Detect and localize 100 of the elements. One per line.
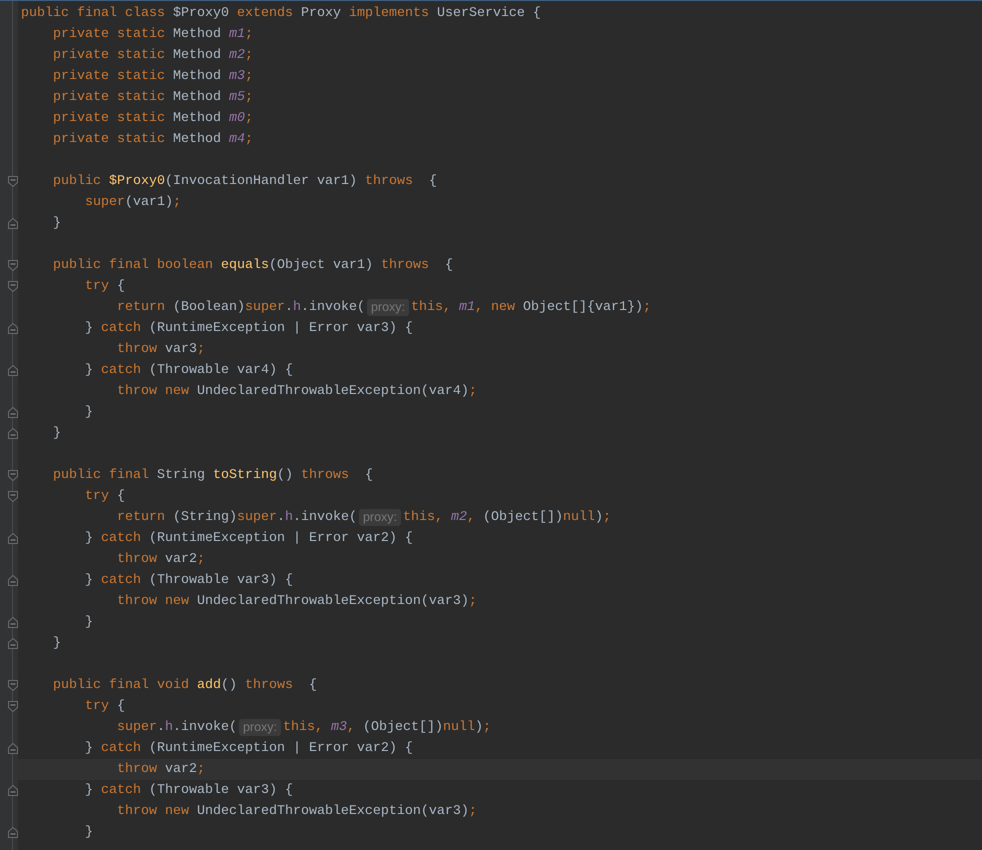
code-text: var2 bbox=[164, 551, 197, 569]
code-text: Method bbox=[172, 47, 222, 65]
keyword: ; bbox=[196, 761, 205, 779]
keyword: null bbox=[563, 509, 595, 527]
field-reference: h bbox=[292, 299, 301, 317]
code-text: String bbox=[156, 467, 206, 485]
code-text: var3 bbox=[164, 341, 197, 359]
code-text: . bbox=[284, 299, 293, 317]
keyword: throw bbox=[116, 341, 158, 359]
code-text: { bbox=[428, 173, 437, 191]
keyword: extends bbox=[236, 5, 294, 23]
keyword: return bbox=[116, 509, 166, 527]
keyword: this, bbox=[411, 299, 452, 317]
keyword: catch bbox=[100, 572, 142, 590]
keyword: public final void bbox=[52, 677, 190, 695]
keyword: ; bbox=[244, 68, 253, 86]
keyword: try bbox=[84, 698, 110, 716]
field-name: m4 bbox=[228, 131, 245, 149]
keyword: ; bbox=[468, 593, 477, 611]
code-text: Object[]{var1}) bbox=[523, 299, 643, 317]
code-text: (String) bbox=[172, 509, 237, 527]
keyword: throw new bbox=[116, 593, 190, 611]
keyword: throw new bbox=[116, 803, 190, 821]
keyword: super bbox=[116, 719, 157, 737]
keyword: super bbox=[84, 194, 125, 212]
keyword: public final class bbox=[21, 5, 166, 23]
code-text: } bbox=[52, 215, 61, 233]
field-reference: h bbox=[284, 509, 293, 527]
code-text: { bbox=[444, 257, 453, 275]
code-text: UndeclaredThrowableException(var4) bbox=[196, 383, 469, 401]
keyword: ; bbox=[468, 383, 477, 401]
code-text: (Object[]) bbox=[363, 719, 444, 737]
keyword: public bbox=[52, 173, 102, 191]
code-text: () bbox=[220, 677, 238, 695]
method-name: add bbox=[196, 677, 221, 695]
keyword: private static bbox=[52, 68, 166, 86]
code-text: } bbox=[84, 530, 94, 548]
code-text: (Throwable var3) { bbox=[148, 782, 293, 800]
code-text: } bbox=[84, 572, 94, 590]
code-text: . bbox=[156, 719, 165, 737]
field-name: m3 bbox=[331, 719, 348, 737]
code-text: ) bbox=[475, 719, 484, 737]
code-text: { bbox=[116, 698, 125, 716]
keyword: private static bbox=[52, 110, 166, 128]
code-text: () bbox=[276, 467, 294, 485]
keyword: public final boolean bbox=[52, 257, 214, 275]
code-text: Method bbox=[172, 68, 222, 86]
keyword: ; bbox=[196, 551, 205, 569]
code-text: { bbox=[364, 467, 373, 485]
keyword: , bbox=[347, 719, 356, 737]
code-text: { bbox=[116, 278, 125, 296]
parameter-hint: proxy: bbox=[366, 299, 409, 316]
code-text: UserService { bbox=[436, 5, 541, 23]
code-text: (Object var1) bbox=[268, 257, 374, 275]
code-text: (Throwable var4) { bbox=[148, 362, 293, 380]
keyword: catch bbox=[100, 530, 142, 548]
keyword: throws bbox=[300, 467, 349, 485]
code-text: .invoke( bbox=[292, 509, 357, 527]
keyword: catch bbox=[100, 362, 142, 380]
keyword: ; bbox=[244, 131, 253, 149]
code-text: .invoke( bbox=[300, 299, 365, 317]
keyword: ; bbox=[642, 299, 651, 317]
code-text: Method bbox=[172, 110, 222, 128]
method-name: equals bbox=[220, 257, 269, 275]
keyword: throws bbox=[364, 173, 413, 191]
field-name: m3 bbox=[228, 68, 245, 86]
code-text: UndeclaredThrowableException(var3) bbox=[196, 593, 469, 611]
code-text: . bbox=[276, 509, 285, 527]
keyword: throw bbox=[116, 761, 158, 779]
keyword: private static bbox=[52, 131, 166, 149]
keyword: throw bbox=[116, 551, 158, 569]
code-text: Method bbox=[172, 131, 222, 149]
code-text: } bbox=[84, 740, 94, 758]
keyword: throws bbox=[380, 257, 429, 275]
field-name: m2 bbox=[228, 47, 245, 65]
field-name: m2 bbox=[451, 509, 468, 527]
field-name: m1 bbox=[459, 299, 475, 317]
code-text: (Object[]) bbox=[483, 509, 563, 527]
code-text: { bbox=[116, 488, 125, 506]
keyword: try bbox=[84, 278, 110, 296]
code-text: (Throwable var3) { bbox=[148, 572, 293, 590]
keyword: public final bbox=[52, 467, 150, 485]
keyword: throw new bbox=[116, 383, 190, 401]
code-text: (RuntimeException | Error var2) { bbox=[148, 740, 413, 758]
code-text: } bbox=[84, 320, 94, 338]
field-name: m0 bbox=[228, 110, 245, 128]
keyword: ; bbox=[196, 341, 205, 359]
keyword: super bbox=[236, 509, 277, 527]
code-text: Method bbox=[172, 89, 222, 107]
keyword: , bbox=[467, 509, 476, 527]
keyword: ; bbox=[172, 194, 181, 212]
field-name: m5 bbox=[228, 89, 245, 107]
code-text: } bbox=[84, 824, 93, 842]
keyword: private static bbox=[52, 89, 166, 107]
keyword: ; bbox=[244, 110, 253, 128]
keyword: , new bbox=[475, 299, 516, 317]
code-text: } bbox=[52, 425, 61, 443]
code-text: ) bbox=[595, 509, 603, 527]
keyword: catch bbox=[100, 782, 142, 800]
code-text: (RuntimeException | Error var3) { bbox=[148, 320, 413, 338]
